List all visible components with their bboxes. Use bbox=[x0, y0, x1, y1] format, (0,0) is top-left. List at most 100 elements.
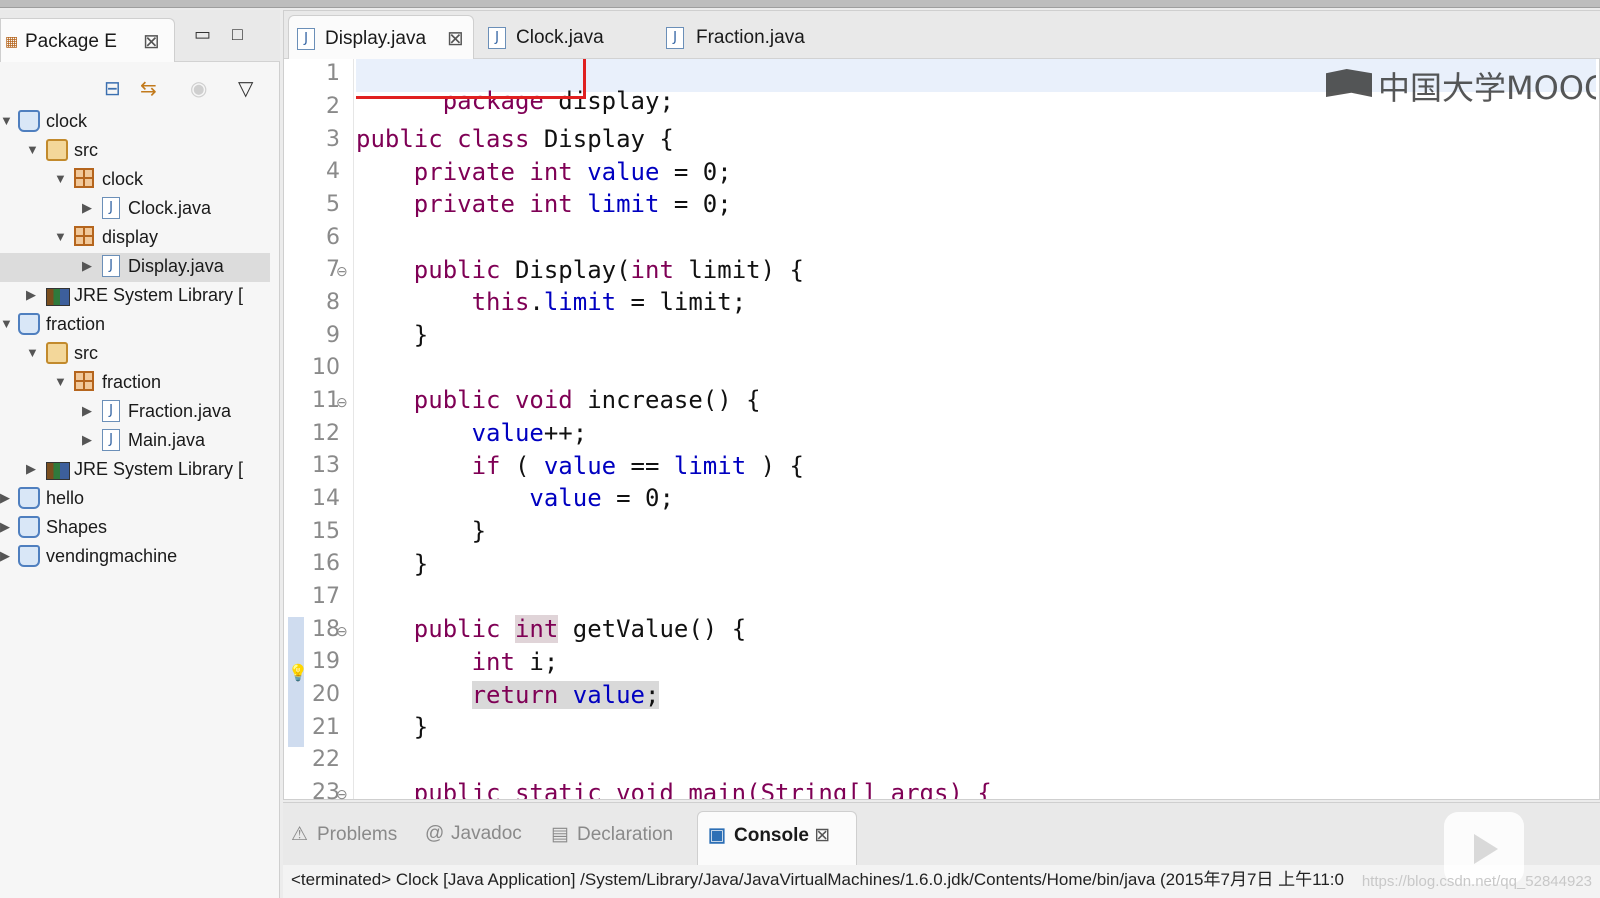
collapsed-arrow-icon[interactable]: ▶ bbox=[0, 548, 10, 564]
code-line: } bbox=[356, 321, 428, 349]
code-token: public bbox=[413, 256, 501, 284]
declaration-icon: ▤ bbox=[551, 824, 569, 845]
code-token: private int bbox=[413, 158, 573, 186]
expand-arrow-icon[interactable]: ▼ bbox=[54, 171, 67, 186]
code-line: public int getValue() { bbox=[356, 615, 746, 643]
tab-console[interactable]: ▣ Console ⊠ bbox=[697, 811, 857, 865]
console-icon: ▣ bbox=[708, 825, 726, 846]
code-line: int i; bbox=[356, 648, 559, 676]
collapsed-arrow-icon[interactable]: ▶ bbox=[26, 287, 36, 303]
link-with-editor-icon[interactable]: ⇆ bbox=[140, 76, 157, 101]
fold-icon[interactable]: ⊖ bbox=[336, 263, 348, 280]
tree-item-src[interactable]: ▼ src bbox=[0, 137, 280, 166]
tab-javadoc[interactable]: @ Javadoc bbox=[425, 823, 522, 845]
tree-item-fraction-java[interactable]: ▶ J Fraction.java bbox=[0, 398, 280, 427]
tree-item-shapes-project[interactable]: ▶ Shapes bbox=[0, 514, 280, 543]
close-icon[interactable]: ⊠ bbox=[814, 825, 830, 846]
code-line: } bbox=[356, 713, 428, 741]
tab-display-java[interactable]: J Display.java ⊠ bbox=[288, 15, 474, 59]
code-line: value++; bbox=[356, 419, 588, 447]
expand-arrow-icon[interactable]: ▼ bbox=[54, 229, 67, 244]
code-line: public void increase() { bbox=[356, 386, 761, 414]
tab-problems[interactable]: ⚠ Problems bbox=[291, 823, 397, 846]
tree-item-jre-library[interactable]: ▶ JRE System Library [ bbox=[0, 282, 280, 311]
console-tab-bar: ⚠ Problems @ Javadoc ▤ Declaration ▣ Console… bbox=[283, 803, 1600, 865]
collapsed-arrow-icon[interactable]: ▶ bbox=[82, 258, 92, 274]
tree-item-clock-project[interactable]: ▼ clock bbox=[0, 108, 280, 137]
explorer-toolbar: ⊟ ⇆ ◉ ▽ bbox=[0, 68, 280, 108]
code-token: value bbox=[572, 681, 645, 709]
mooc-logo-icon bbox=[1326, 69, 1372, 97]
fold-icon[interactable]: ⊖ bbox=[336, 394, 348, 411]
minimize-icon[interactable]: ▭ bbox=[194, 24, 211, 45]
expand-arrow-icon[interactable]: ▼ bbox=[0, 316, 13, 331]
tree-item-vendingmachine-project[interactable]: ▶ vendingmachine bbox=[0, 543, 280, 572]
java-file-icon: J bbox=[666, 27, 684, 49]
code-token: i; bbox=[514, 648, 559, 676]
code-token: this bbox=[471, 288, 530, 316]
java-file-icon: J bbox=[102, 400, 120, 422]
tree-item-label: Shapes bbox=[46, 517, 108, 537]
tree-item-display-java[interactable]: ▶ J Display.java bbox=[0, 253, 270, 282]
collapse-all-icon[interactable]: ⊟ bbox=[104, 76, 121, 101]
fold-icon[interactable]: ⊖ bbox=[336, 786, 348, 803]
expand-arrow-icon[interactable]: ▼ bbox=[54, 374, 67, 389]
expand-arrow-icon[interactable]: ▼ bbox=[0, 113, 13, 128]
collapsed-arrow-icon[interactable]: ▶ bbox=[26, 461, 36, 477]
tree-item-label: fraction bbox=[102, 372, 162, 392]
project-icon bbox=[18, 516, 40, 538]
tab-clock-java[interactable]: J Clock.java bbox=[480, 15, 650, 59]
line-number: 7 bbox=[326, 257, 340, 282]
line-number: 15 bbox=[312, 519, 340, 544]
code-line: public Display(int limit) { bbox=[356, 256, 804, 284]
tree-item-jre-library[interactable]: ▶ JRE System Library [ bbox=[0, 456, 280, 485]
tab-package-explorer[interactable]: ▦ Package E ⊠ bbox=[0, 18, 175, 62]
maximize-icon[interactable]: □ bbox=[232, 24, 243, 45]
code-token: = 0; bbox=[659, 190, 732, 218]
code-token: limit bbox=[543, 288, 617, 316]
tree-item-fraction-project[interactable]: ▼ fraction bbox=[0, 311, 280, 340]
code-line: return value; bbox=[356, 681, 660, 709]
tree-item-package-fraction[interactable]: ▼ fraction bbox=[0, 369, 280, 398]
tree-item-src[interactable]: ▼ src bbox=[0, 340, 280, 369]
collapsed-arrow-icon[interactable]: ▶ bbox=[0, 519, 10, 535]
code-token: } bbox=[413, 713, 429, 741]
close-icon[interactable]: ⊠ bbox=[143, 29, 160, 54]
line-number: 19 bbox=[312, 649, 340, 674]
code-area[interactable]: package display; public class Display { … bbox=[356, 59, 1596, 799]
code-line: public static void main(String[] args) { bbox=[356, 779, 992, 799]
tree-item-hello-project[interactable]: ▶ hello bbox=[0, 485, 280, 514]
tree-item-package-clock[interactable]: ▼ clock bbox=[0, 166, 280, 195]
code-token: Display { bbox=[529, 125, 674, 153]
collapsed-arrow-icon[interactable]: ▶ bbox=[82, 200, 92, 216]
java-file-icon: J bbox=[102, 197, 120, 219]
expand-arrow-icon[interactable]: ▼ bbox=[26, 345, 39, 360]
code-token: = 0; bbox=[601, 484, 674, 512]
code-editor: J Display.java ⊠ J Clock.java J Fraction… bbox=[283, 10, 1600, 805]
line-number: 11 bbox=[312, 388, 340, 413]
code-token: Display( bbox=[500, 256, 631, 284]
fold-icon[interactable]: ⊖ bbox=[336, 623, 348, 640]
collapsed-arrow-icon[interactable]: ▶ bbox=[82, 432, 92, 448]
close-icon[interactable]: ⊠ bbox=[447, 26, 464, 51]
library-icon bbox=[46, 288, 70, 306]
explorer-tab-bar: ▦ Package E ⊠ ▭ □ bbox=[0, 10, 280, 62]
tree-item-clock-java[interactable]: ▶ J Clock.java bbox=[0, 195, 280, 224]
tree-item-label: src bbox=[74, 343, 98, 363]
expand-arrow-icon[interactable]: ▼ bbox=[26, 142, 39, 157]
view-menu-icon[interactable]: ▽ bbox=[238, 76, 253, 101]
line-number: 12 bbox=[312, 421, 340, 446]
tab-label: Fraction.java bbox=[696, 27, 805, 48]
code-token: ) { bbox=[746, 452, 804, 480]
tab-fraction-java[interactable]: J Fraction.java bbox=[658, 15, 848, 59]
tree-item-package-display[interactable]: ▼ display bbox=[0, 224, 280, 253]
collapsed-arrow-icon[interactable]: ▶ bbox=[0, 490, 10, 506]
code-token: public static void main(String[] args) { bbox=[413, 779, 992, 799]
line-number: 4 bbox=[326, 159, 340, 184]
tab-declaration[interactable]: ▤ Declaration bbox=[551, 823, 673, 846]
code-line: value = 0; bbox=[356, 484, 674, 512]
tree-item-label: clock bbox=[102, 169, 144, 189]
tree-item-main-java[interactable]: ▶ J Main.java bbox=[0, 427, 280, 456]
collapsed-arrow-icon[interactable]: ▶ bbox=[82, 403, 92, 419]
tree-item-label: JRE System Library [ bbox=[74, 285, 244, 305]
